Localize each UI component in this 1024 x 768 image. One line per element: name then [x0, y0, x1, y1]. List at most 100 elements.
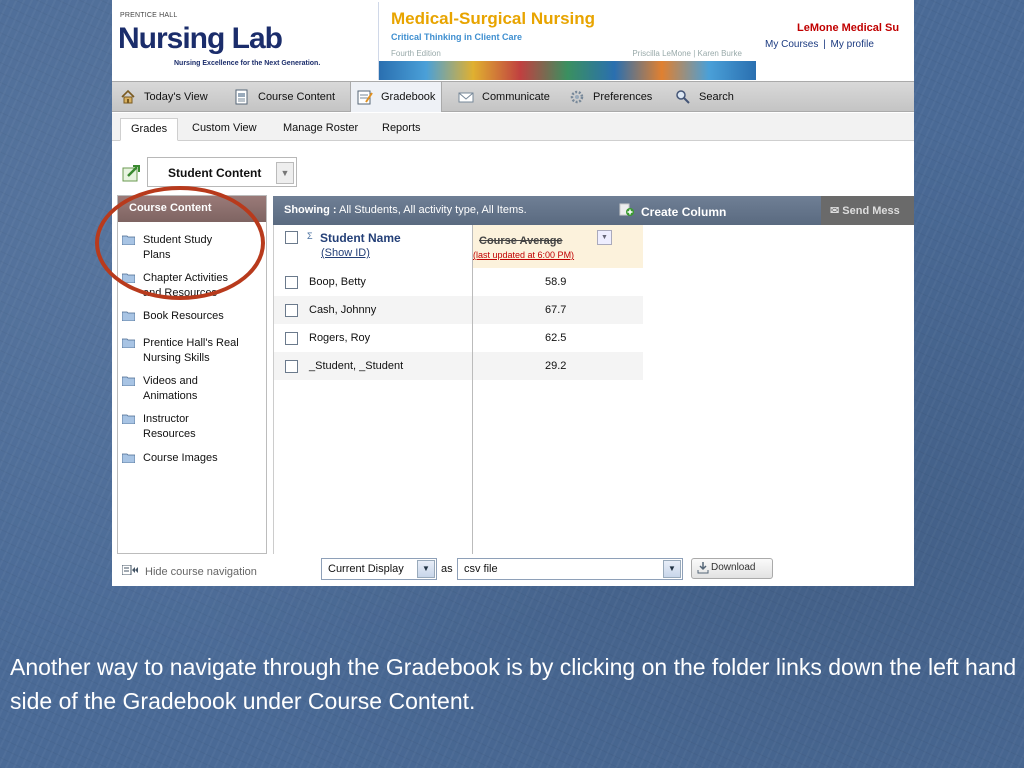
- nav-todays-view[interactable]: Today's View: [114, 82, 214, 112]
- column-divider: [472, 225, 473, 554]
- chevron-down-icon[interactable]: ▼: [417, 560, 435, 578]
- download-icon: [697, 561, 709, 577]
- content-selector-value: Student Content: [168, 166, 262, 180]
- create-column-label: Create Column: [641, 204, 727, 219]
- annotation-circle: [95, 186, 265, 300]
- gradebook-icon: [357, 89, 373, 105]
- tab-custom-view[interactable]: Custom View: [182, 118, 267, 141]
- folder-label: Book Resources: [143, 310, 224, 322]
- student-name[interactable]: Cash, Johnny: [309, 304, 376, 316]
- my-courses-link[interactable]: My Courses: [765, 39, 818, 50]
- brand-tagline: Nursing Excellence for the Next Generati…: [174, 60, 321, 67]
- display-select-value: Current Display: [328, 563, 404, 575]
- nav-gradebook[interactable]: Gradebook: [350, 82, 443, 112]
- home-icon: [120, 89, 136, 105]
- site-header: PRENTICE HALL Nursing Lab Nursing Excell…: [112, 0, 914, 81]
- brand-block[interactable]: PRENTICE HALL Nursing Lab Nursing Excell…: [118, 8, 372, 70]
- table-row: Cash, Johnny 67.7: [274, 296, 643, 324]
- table-row: _Student, _Student 29.2: [274, 352, 643, 380]
- folder-link-real-nursing-skills[interactable]: Prentice Hall's Real Nursing Skills: [121, 336, 239, 366]
- send-message-label: Send Mess: [842, 205, 900, 217]
- nav-label: Gradebook: [381, 91, 436, 103]
- format-select[interactable]: csv file ▼: [457, 558, 683, 580]
- column-header-course-average: Course Average ▼ (last updated at 6:00 P…: [472, 225, 643, 268]
- course-average-value: 29.2: [545, 360, 567, 372]
- gradebook-tabs: Grades Custom View Manage Roster Reports: [112, 113, 914, 141]
- course-average-header[interactable]: Course Average: [479, 235, 563, 247]
- main-nav: Today's View Course Content Gradebook Co…: [112, 81, 914, 112]
- folder-link-course-images[interactable]: Course Images: [121, 451, 218, 466]
- screenshot-window: PRENTICE HALL Nursing Lab Nursing Excell…: [112, 0, 914, 586]
- folder-icon: [121, 414, 136, 425]
- nav-search[interactable]: Search: [669, 82, 740, 112]
- account-links: My Courses | My profile: [764, 39, 875, 50]
- link-separator: |: [823, 39, 826, 50]
- folder-label: Prentice Hall's Real Nursing Skills: [143, 337, 239, 364]
- student-name-header[interactable]: Student Name: [320, 231, 401, 245]
- nav-communicate[interactable]: Communicate: [452, 82, 556, 112]
- student-name[interactable]: Boop, Betty: [309, 276, 366, 288]
- nav-label: Preferences: [593, 91, 653, 103]
- format-select-value: csv file: [464, 563, 498, 575]
- display-select[interactable]: Current Display ▼: [321, 558, 437, 580]
- send-message-button[interactable]: ✉ Send Mess: [821, 196, 914, 225]
- brand-prefix: PRENTICE HALL: [120, 12, 178, 19]
- brand-name: Nursing Lab: [118, 22, 283, 55]
- gear-icon: [569, 89, 585, 105]
- tab-reports[interactable]: Reports: [372, 118, 431, 141]
- export-icon[interactable]: [122, 164, 142, 182]
- table-row: Rogers, Roy 62.5: [274, 324, 643, 352]
- last-updated-link[interactable]: (last updated at 6:00 PM): [473, 250, 574, 260]
- gradebook-grid: Σ Student Name (Show ID) Course Average …: [273, 225, 914, 554]
- table-row: Boop, Betty 58.9: [274, 268, 643, 296]
- row-checkbox[interactable]: [285, 360, 298, 373]
- my-profile-link[interactable]: My profile: [831, 39, 874, 50]
- content-selector[interactable]: Student Content ▼: [147, 157, 297, 187]
- hide-course-navigation[interactable]: Hide course navigation: [121, 564, 257, 578]
- book-edition: Fourth Edition: [391, 49, 441, 58]
- folder-label: Videos and Animations: [143, 375, 198, 402]
- row-checkbox[interactable]: [285, 332, 298, 345]
- collapse-icon: [121, 564, 140, 578]
- row-checkbox[interactable]: [285, 304, 298, 317]
- chevron-down-icon[interactable]: ▼: [663, 560, 681, 578]
- envelope-icon: [458, 89, 474, 105]
- download-button[interactable]: Download: [691, 558, 773, 579]
- chevron-down-icon[interactable]: ▼: [597, 230, 612, 245]
- tab-manage-roster[interactable]: Manage Roster: [273, 118, 368, 141]
- banner-art: [379, 61, 756, 80]
- as-label: as: [441, 563, 453, 575]
- folder-link-videos-animations[interactable]: Videos and Animations: [121, 374, 198, 404]
- nav-course-content[interactable]: Course Content: [228, 82, 341, 112]
- gradebook-toolbar: Showing : All Students, All activity typ…: [273, 196, 914, 225]
- nav-label: Course Content: [258, 91, 336, 103]
- student-name[interactable]: Rogers, Roy: [309, 332, 370, 344]
- column-header-student-name: Σ Student Name (Show ID): [274, 225, 472, 268]
- showing-filter: Showing : All Students, All activity typ…: [284, 204, 527, 216]
- nav-label: Communicate: [482, 91, 550, 103]
- nav-preferences[interactable]: Preferences: [563, 82, 658, 112]
- book-authors: Priscilla LeMone | Karen Burke: [632, 49, 742, 58]
- row-checkbox[interactable]: [285, 276, 298, 289]
- folder-link-book-resources[interactable]: Book Resources: [121, 309, 224, 324]
- folder-link-instructor-resources[interactable]: Instructor Resources: [121, 412, 196, 442]
- folder-icon: [121, 376, 136, 387]
- document-icon: [234, 89, 250, 105]
- tab-grades[interactable]: Grades: [120, 118, 179, 141]
- folder-icon: [121, 311, 136, 322]
- student-name[interactable]: _Student, _Student: [309, 360, 403, 372]
- export-bar: Current Display ▼ as csv file ▼ Download: [273, 554, 914, 586]
- course-average-value: 67.7: [545, 304, 567, 316]
- chevron-down-icon[interactable]: ▼: [276, 162, 294, 184]
- book-subtitle: Critical Thinking in Client Care: [391, 32, 523, 42]
- book-banner: Medical-Surgical Nursing Critical Thinki…: [378, 2, 756, 80]
- create-column-button[interactable]: Create Column: [619, 203, 726, 220]
- sort-icon[interactable]: Σ: [307, 231, 313, 241]
- slide-caption: Another way to navigate through the Grad…: [10, 654, 1017, 714]
- show-id-link[interactable]: (Show ID): [321, 247, 370, 259]
- course-average-value: 62.5: [545, 332, 567, 344]
- folder-icon: [121, 453, 136, 464]
- select-all-checkbox[interactable]: [285, 231, 298, 244]
- search-icon: [675, 89, 691, 105]
- nav-label: Today's View: [144, 91, 208, 103]
